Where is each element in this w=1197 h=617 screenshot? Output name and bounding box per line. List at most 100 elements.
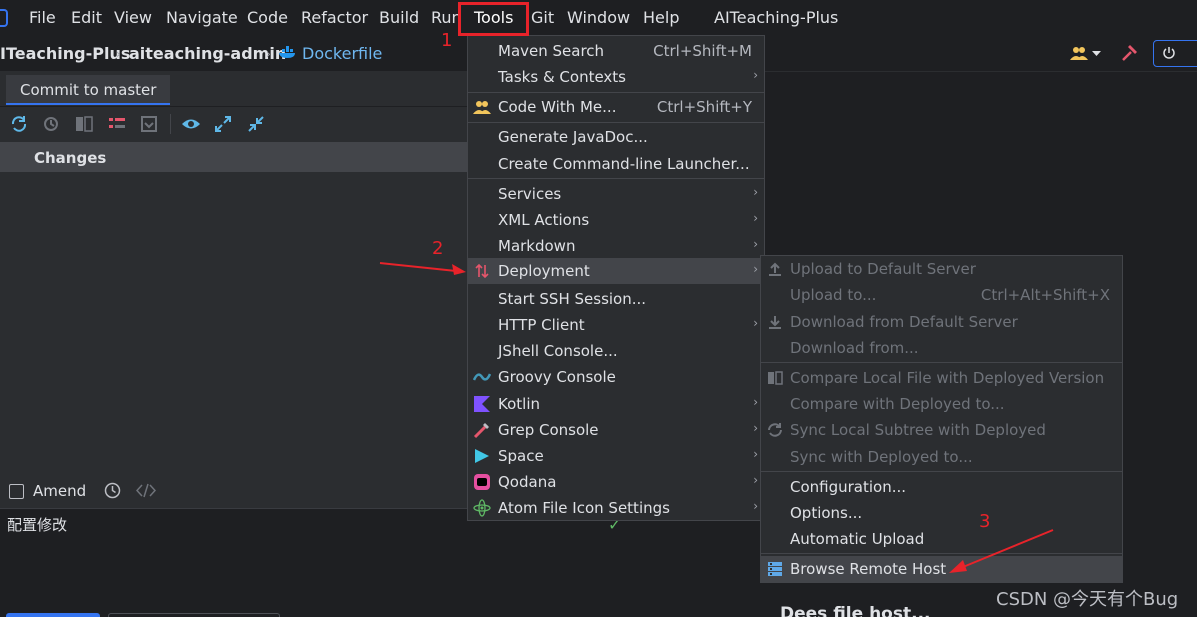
annotation-arrow-2 [379,262,466,275]
chevron-right-icon: › [753,316,758,330]
deploy-item-configuration[interactable]: Configuration... [761,474,1122,500]
tools-menu-item-groovy-console[interactable]: Groovy Console [468,364,764,390]
deploy-item-compare-deployed[interactable]: Compare with Deployed to... [761,391,1122,417]
tools-menu-item-http-client[interactable]: HTTP Client › [468,312,764,338]
kotlin-icon [474,396,490,412]
chevron-right-icon: › [753,185,758,199]
tools-menu-item-tasks-contexts[interactable]: Tasks & Contexts › [468,64,764,90]
amend-label[interactable]: Amend [33,482,86,500]
sync-icon [768,423,782,437]
chevron-right-icon: › [753,395,758,409]
app-logo-icon[interactable] [0,9,8,27]
tab-commit-to-master[interactable]: Commit to master [6,75,171,105]
tools-menu-item-code-with-me[interactable]: Code With Me... Ctrl+Shift+Y [468,94,764,120]
amend-checkbox[interactable] [9,484,24,499]
step-marker-1: 1 [441,30,453,51]
tools-menu-item-qodana[interactable]: Qodana › [468,469,764,495]
users-icon[interactable] [1070,45,1088,61]
commit-message-text: 配置修改 [7,516,68,534]
tools-menu-item-atom-icons[interactable]: Atom File Icon Settings › [468,495,764,521]
tools-menu-item-markdown[interactable]: Markdown › [468,233,764,259]
chevron-right-icon: › [753,473,758,487]
rollback-icon[interactable] [42,115,60,133]
menu-help[interactable]: Help [643,8,679,27]
tools-menu-item-generate-javadoc[interactable]: Generate JavaDoc... [468,124,764,150]
menu-window[interactable]: Window [567,8,630,27]
refresh-icon[interactable] [10,115,28,133]
deploy-item-automatic-upload[interactable]: Automatic Upload [761,526,1122,552]
menu-edit[interactable]: Edit [71,8,102,27]
commit-and-push-button[interactable] [108,613,280,617]
space-icon [475,449,489,463]
menu-separator [468,122,764,123]
commit-message-input[interactable] [0,508,634,617]
deploy-item-upload-to[interactable]: Upload to... Ctrl+Alt+Shift+X [761,282,1122,308]
chevron-right-icon: › [753,68,758,82]
deploy-item-sync-subtree[interactable]: Sync Local Subtree with Deployed [761,417,1122,443]
menu-navigate[interactable]: Navigate [166,8,238,27]
menu-separator [761,362,1122,363]
code-icon[interactable] [136,482,156,499]
deploy-item-compare-local[interactable]: Compare Local File with Deployed Version [761,365,1122,391]
chevron-right-icon: › [753,421,758,435]
breadcrumb-separator: › [116,47,121,61]
power-icon [1163,47,1175,59]
breadcrumb-separator: › [266,47,271,61]
menu-run[interactable]: Run [431,8,458,27]
tools-menu-item-kotlin[interactable]: Kotlin › [468,391,764,417]
csdn-watermark: CSDN @今天有个Bug [996,589,1179,610]
menu-git[interactable]: Git [531,8,554,27]
tools-menu-dropdown: Maven Search Ctrl+Shift+M Tasks & Contex… [467,35,765,521]
deployment-submenu: Upload to Default Server Upload to... Ct… [760,255,1123,583]
qodana-icon [474,474,490,490]
tools-menu-item-start-ssh[interactable]: Start SSH Session... [468,286,764,312]
docker-icon [279,46,295,58]
tools-menu-item-create-launcher[interactable]: Create Command-line Launcher... [468,151,764,177]
eye-icon[interactable] [181,115,201,133]
hammer-icon[interactable] [1120,44,1138,62]
tools-menu-item-deployment[interactable]: Deployment › [468,258,764,284]
toolbar-divider [170,114,171,134]
menu-refactor[interactable]: Refactor [301,8,368,27]
compare-icon [768,371,783,385]
tools-menu-item-space[interactable]: Space › [468,443,764,469]
deployment-icon [475,263,489,279]
breadcrumb-module[interactable]: aiteaching-admin [129,44,286,63]
window-title: AITeaching-Plus [714,8,839,27]
menu-build[interactable]: Build [379,8,419,27]
tools-menu-item-grep-console[interactable]: Grep Console › [468,417,764,443]
grep-console-icon [473,423,489,439]
deploy-item-sync-with[interactable]: Sync with Deployed to... [761,444,1122,470]
annotation-arrow-3 [949,529,1054,573]
tools-menu-item-maven-search[interactable]: Maven Search Ctrl+Shift+M [468,38,764,64]
deploy-item-upload-default[interactable]: Upload to Default Server [761,256,1122,282]
tools-highlight-box [458,2,529,36]
group-by-icon[interactable] [108,115,126,133]
shelve-icon[interactable] [140,115,158,133]
deploy-item-download-default[interactable]: Download from Default Server [761,309,1122,335]
users-icon [473,101,491,114]
tools-menu-item-xml-actions[interactable]: XML Actions › [468,207,764,233]
menu-separator [468,178,764,179]
menu-file[interactable]: File [29,8,56,27]
groovy-icon [473,373,491,381]
expand-all-icon[interactable] [214,115,232,133]
deploy-item-options[interactable]: Options... [761,500,1122,526]
deploy-item-download-from[interactable]: Download from... [761,335,1122,361]
collapse-all-icon[interactable] [247,115,265,133]
menu-view[interactable]: View [114,8,152,27]
breadcrumb-project[interactable]: ITeaching-Plus [0,44,130,63]
deploy-item-browse-remote-host[interactable]: Browse Remote Host [761,556,1122,582]
commit-button[interactable] [6,613,100,617]
chevron-right-icon: › [753,211,758,225]
chevron-down-icon[interactable] [1092,51,1101,57]
download-icon [769,316,781,329]
upload-icon [769,262,781,276]
tools-menu-item-services[interactable]: Services › [468,181,764,207]
run-widget-button[interactable] [1153,40,1197,67]
diff-icon[interactable] [75,115,93,133]
history-icon[interactable] [104,482,121,499]
breadcrumb-file[interactable]: Dockerfile [302,44,382,63]
tools-menu-item-jshell[interactable]: JShell Console... [468,338,764,364]
menu-code[interactable]: Code [247,8,288,27]
